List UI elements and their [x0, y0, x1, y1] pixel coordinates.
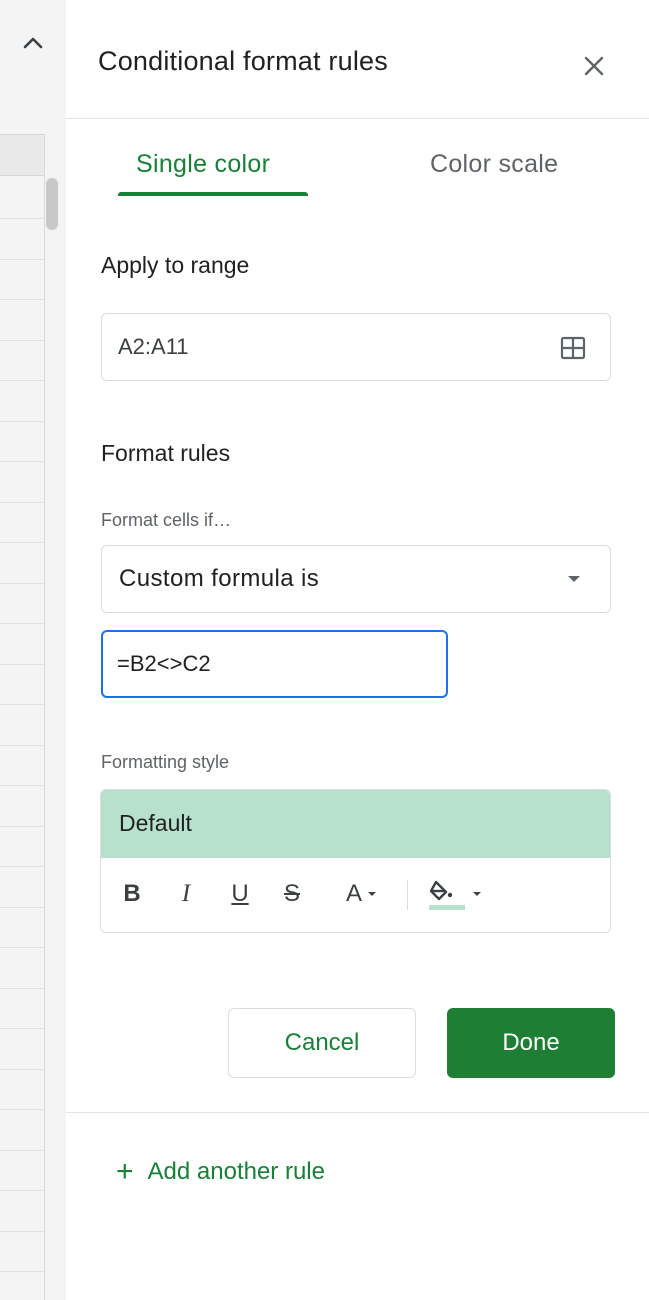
sheet-row-line	[0, 542, 44, 543]
header-divider	[66, 118, 649, 119]
spreadsheet-strip	[0, 0, 67, 1300]
range-field	[101, 313, 611, 381]
sheet-column-divider	[44, 134, 45, 1300]
sheet-row-line	[0, 907, 44, 908]
page: Conditional format rules Single color Co…	[0, 0, 649, 1300]
strikethrough-button[interactable]: S	[277, 874, 307, 914]
format-cells-if-label: Format cells if…	[101, 510, 232, 530]
sheet-row-line	[0, 745, 44, 746]
sheet-row-line	[0, 785, 44, 786]
sheet-row-line	[0, 1109, 44, 1110]
paint-bucket-icon	[429, 880, 465, 910]
add-another-rule-label: Add another rule	[147, 1158, 325, 1185]
range-input[interactable]	[118, 314, 538, 380]
close-button[interactable]	[576, 48, 612, 84]
formatting-style-label: Formatting style	[101, 752, 230, 772]
sheet-scrollbar[interactable]	[46, 178, 58, 230]
active-tab-indicator	[118, 192, 308, 196]
done-button[interactable]: Done	[447, 1008, 615, 1078]
sheet-row-line	[0, 1028, 44, 1029]
sheet-row-line	[0, 623, 44, 624]
sheet-row-line	[0, 461, 44, 462]
caret-down-icon	[368, 892, 376, 896]
chevron-up-icon[interactable]	[18, 28, 48, 58]
tab-color-scale[interactable]: Color scale	[430, 150, 558, 179]
formula-input[interactable]	[117, 632, 437, 696]
sheet-row-line	[0, 664, 44, 665]
cancel-button[interactable]: Cancel	[228, 1008, 416, 1078]
sheet-row-line	[0, 704, 44, 705]
condition-select-value: Custom formula is	[119, 565, 320, 592]
sheet-row-line	[0, 947, 44, 948]
tab-single-color[interactable]: Single color	[136, 150, 270, 179]
add-another-rule-button[interactable]: + Add another rule	[116, 1152, 325, 1192]
sheet-row-line	[0, 421, 44, 422]
plus-icon: +	[116, 1155, 134, 1188]
sheet-row-line	[0, 826, 44, 827]
fill-color-button[interactable]	[423, 874, 485, 914]
format-rules-heading: Format rules	[101, 440, 231, 466]
panel-title: Conditional format rules	[98, 46, 388, 76]
sheet-row-line	[0, 1190, 44, 1191]
italic-button[interactable]: I	[171, 874, 201, 914]
condition-select[interactable]: Custom formula is	[101, 545, 611, 613]
sheet-row-line	[0, 1069, 44, 1070]
bold-button[interactable]: B	[117, 874, 147, 914]
formatting-style-box: Default B I U S A	[100, 789, 611, 933]
close-icon	[584, 56, 604, 76]
sheet-row-line	[0, 218, 44, 219]
sheet-row-line	[0, 340, 44, 341]
sheet-row-line	[0, 502, 44, 503]
sheet-row-line	[0, 583, 44, 584]
apply-to-range-heading: Apply to range	[101, 252, 250, 278]
text-color-label: A	[345, 880, 362, 907]
sheet-row-line	[0, 866, 44, 867]
underline-button[interactable]: U	[225, 874, 255, 914]
sheet-row-line	[0, 380, 44, 381]
sheet-row-line	[0, 988, 44, 989]
caret-down-icon	[473, 892, 481, 896]
sheet-row-line	[0, 259, 44, 260]
conditional-format-panel: Conditional format rules Single color Co…	[66, 0, 649, 1300]
sheet-row-line	[0, 299, 44, 300]
toolbar-divider	[407, 880, 408, 910]
sheet-row-line	[0, 1150, 44, 1151]
sheet-row-line	[0, 1271, 44, 1272]
style-toolbar: B I U S A	[101, 858, 610, 932]
sheet-row-line	[0, 1231, 44, 1232]
footer-divider	[66, 1112, 649, 1113]
style-preset-dropdown[interactable]: Default	[101, 790, 610, 858]
formula-field	[101, 630, 448, 698]
dropdown-arrow-icon	[568, 576, 580, 582]
grid-select-icon[interactable]	[558, 333, 588, 363]
style-preview-text: Default	[119, 810, 192, 836]
text-color-button[interactable]: A	[333, 874, 389, 914]
sheet-header-cell	[0, 134, 44, 176]
